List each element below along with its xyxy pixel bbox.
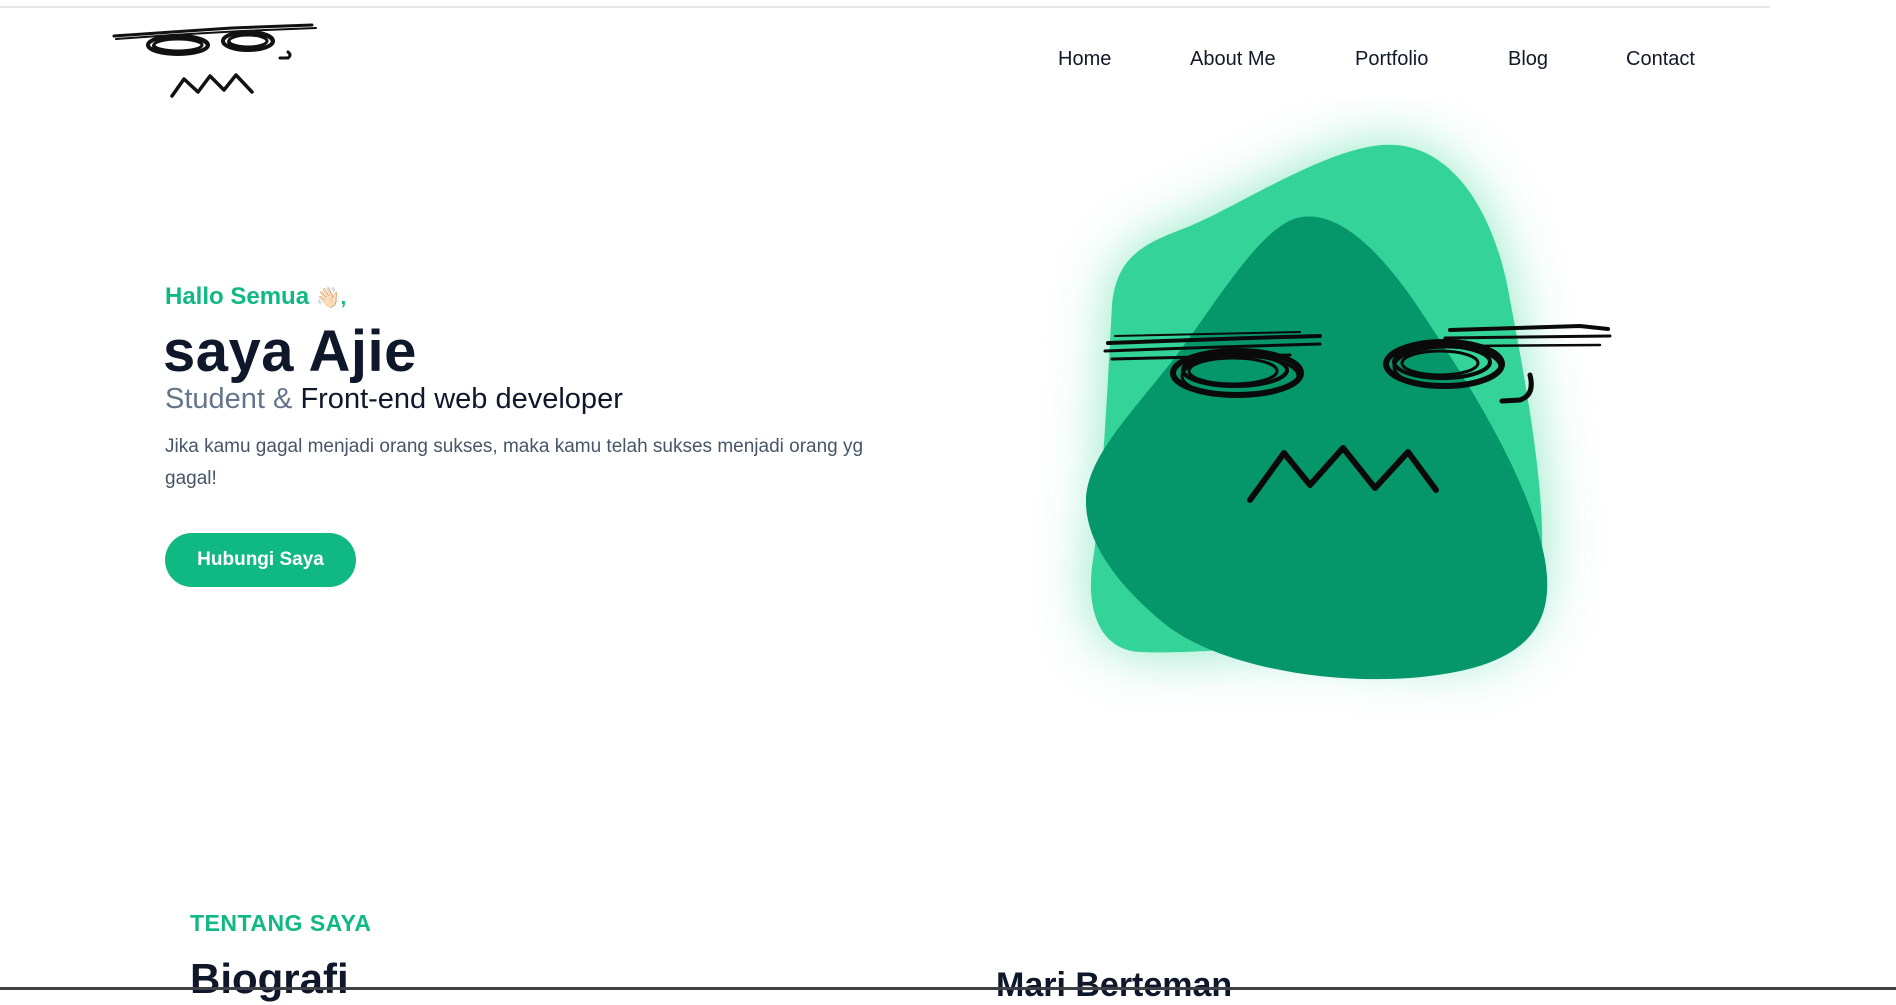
waving-hand-icon: 👋🏻, (315, 287, 347, 309)
about-section-label: TENTANG SAYA (190, 910, 372, 936)
hero-description: Jika kamu gagal menjadi orang sukses, ma… (165, 436, 864, 489)
hero-name: saya Ajie (163, 319, 417, 384)
main-nav: Home About Me Portfolio Blog Contact (0, 48, 1896, 78)
lets-be-friends-title: Mari Berteman (996, 966, 1233, 1004)
nav-item-home[interactable]: Home (1058, 48, 1111, 71)
about-section-title: Biografi (190, 955, 349, 1002)
top-border (0, 6, 1770, 8)
nav-item-about-me[interactable]: About Me (1190, 48, 1276, 71)
role-prefix: Student & (165, 383, 293, 415)
nav-item-contact[interactable]: Contact (1626, 48, 1695, 71)
role-main: Front-end web developer (300, 383, 623, 415)
contact-me-button[interactable]: Hubungi Saya (165, 533, 356, 587)
hero-role: Student & Front-end web developer (165, 383, 623, 416)
hero-greeting: Hallo Semua 👋🏻, (165, 283, 346, 311)
hero-illustration (990, 100, 1770, 820)
nav-item-blog[interactable]: Blog (1508, 48, 1548, 71)
greeting-text: Hallo Semua (165, 283, 310, 310)
scribble-face-blob-icon (1085, 144, 1612, 680)
nav-item-portfolio[interactable]: Portfolio (1355, 48, 1428, 71)
